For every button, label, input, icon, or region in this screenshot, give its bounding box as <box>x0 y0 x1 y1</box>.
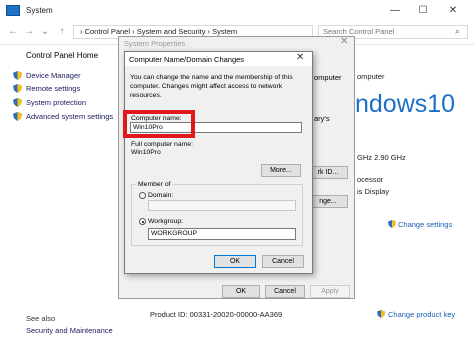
up-arrow-icon[interactable]: ↑ <box>55 25 69 39</box>
maximize-button[interactable]: ☐ <box>408 3 438 19</box>
shield-icon <box>13 112 22 121</box>
security-maintenance-link[interactable]: Security and Maintenance <box>26 326 113 335</box>
ok-button[interactable]: OK <box>214 255 256 268</box>
system-properties-text-computer: omputer <box>314 73 342 82</box>
workgroup-radio[interactable] <box>139 218 146 225</box>
background-text-computer: omputer <box>357 72 385 81</box>
change-product-key-link[interactable]: Change product key <box>388 310 455 319</box>
shield-icon <box>377 310 385 318</box>
see-also-heading: See also <box>26 314 56 323</box>
recent-chevron-icon[interactable]: ⌄ <box>38 25 52 39</box>
network-id-button[interactable]: rk ID... <box>308 166 348 179</box>
search-icon: ⌕ <box>455 26 461 36</box>
change-settings-link[interactable]: Change settings <box>398 220 452 229</box>
processor-type: ocessor <box>357 175 384 184</box>
search-placeholder: Search Control Panel <box>323 27 395 36</box>
window-title: System <box>26 6 53 15</box>
sidebar-item-remote-settings[interactable]: Remote settings <box>26 84 80 93</box>
full-computer-name-label: Full computer name: <box>131 141 193 148</box>
system-properties-apply-button[interactable]: Apply <box>310 285 350 298</box>
processor-speed: GHz 2.90 GHz <box>357 153 406 162</box>
product-id: Product ID: 00331-20020-00000-AA369 <box>150 310 283 319</box>
shield-icon <box>13 98 22 107</box>
full-computer-name-value: Win10Pro <box>131 149 161 156</box>
shield-icon <box>13 84 22 93</box>
control-panel-home-link[interactable]: Control Panel Home <box>26 51 98 60</box>
windows-10-logo: ndows10 <box>355 90 456 118</box>
sidebar-item-advanced-system-settings[interactable]: Advanced system settings <box>26 112 113 121</box>
more-button[interactable]: More... <box>261 164 301 177</box>
domain-radio[interactable] <box>139 192 146 199</box>
change-button[interactable]: nge... <box>308 195 348 208</box>
sidebar-item-device-manager[interactable]: Device Manager <box>26 71 81 80</box>
shield-icon <box>388 220 396 228</box>
forward-arrow-icon[interactable]: → <box>22 25 36 39</box>
computer-name-dialog-close-icon[interactable]: ✕ <box>296 52 304 63</box>
member-of-label: Member of <box>136 181 173 188</box>
system-properties-cancel-button[interactable]: Cancel <box>265 285 305 298</box>
sidebar-item-system-protection[interactable]: System protection <box>26 98 86 107</box>
workgroup-input[interactable]: WORKGROUP <box>148 228 296 240</box>
dialog-description: You can change the name and the membersh… <box>130 74 293 99</box>
back-arrow-icon[interactable]: ← <box>6 25 20 39</box>
breadcrumb[interactable]: › Control Panel › System and Security › … <box>80 27 237 36</box>
computer-name-dialog-title: Computer Name/Domain Changes <box>129 55 245 64</box>
red-highlight-box <box>123 110 195 138</box>
domain-input[interactable] <box>148 200 296 211</box>
domain-label: Domain: <box>148 192 174 199</box>
shield-icon <box>13 71 22 80</box>
system-properties-close-icon[interactable]: ✕ <box>340 36 348 47</box>
display-info: is Display <box>357 187 390 196</box>
system-properties-text-ary: ary's <box>314 114 330 123</box>
minimize-button[interactable]: — <box>380 3 410 19</box>
system-properties-title: System Properties <box>124 39 186 48</box>
cancel-button[interactable]: Cancel <box>262 255 304 268</box>
system-window-icon <box>6 5 20 16</box>
workgroup-label: Workgroup: <box>148 218 184 225</box>
system-properties-ok-button[interactable]: OK <box>222 285 260 298</box>
close-button[interactable]: ✕ <box>438 3 468 19</box>
